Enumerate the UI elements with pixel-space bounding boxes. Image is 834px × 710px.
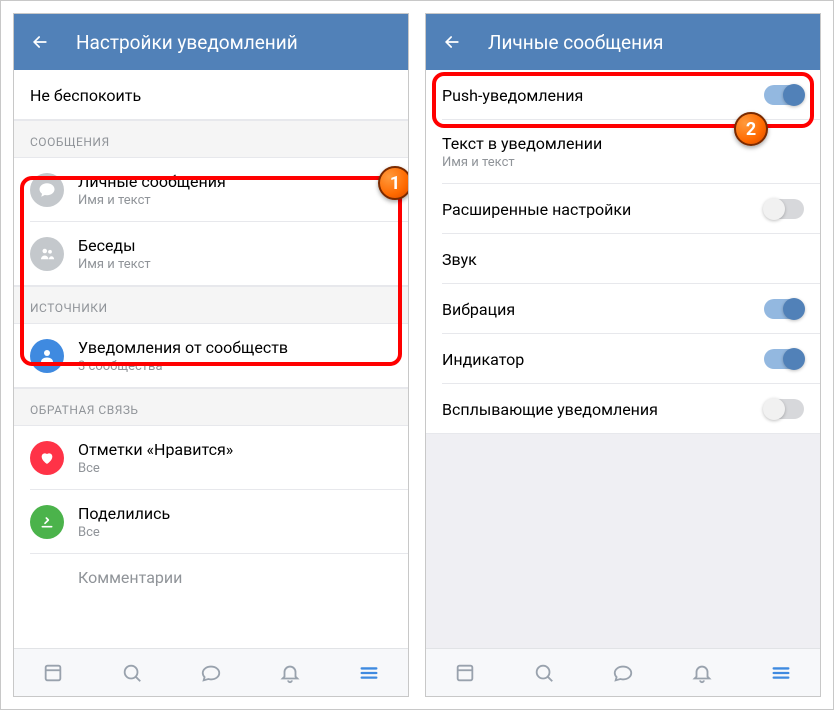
back-button[interactable] <box>440 30 464 54</box>
share-icon <box>30 505 64 539</box>
nav-search-icon[interactable] <box>532 661 556 685</box>
row-likes[interactable]: Отметки «Нравится» Все <box>14 426 408 490</box>
nav-feed-icon[interactable] <box>453 661 477 685</box>
nav-menu-icon[interactable] <box>769 661 793 685</box>
push-toggle[interactable] <box>764 85 804 105</box>
chats-title: Беседы <box>78 236 151 255</box>
shares-title: Поделились <box>78 504 170 523</box>
nav-messages-icon[interactable] <box>611 661 635 685</box>
header-left: Настройки уведомлений <box>14 14 408 70</box>
nav-menu-icon[interactable] <box>357 661 381 685</box>
push-label: Push-уведомления <box>442 86 583 105</box>
likes-sub: Все <box>78 461 233 476</box>
personal-sub: Имя и текст <box>78 193 226 208</box>
content-right: Push-уведомления Текст в уведомлении Имя… <box>426 70 820 648</box>
row-sound[interactable]: Звук <box>426 234 820 284</box>
row-popup[interactable]: Всплывающие уведомления <box>426 384 820 434</box>
community-icon <box>30 339 64 373</box>
message-icon <box>30 173 64 207</box>
phone-left: Настройки уведомлений Не беспокоить СООБ… <box>13 13 409 697</box>
nav-search-icon[interactable] <box>120 661 144 685</box>
advanced-label: Расширенные настройки <box>442 200 631 219</box>
comments-title: Комментарии <box>78 568 182 587</box>
vibration-toggle[interactable] <box>764 299 804 319</box>
heart-icon <box>30 441 64 475</box>
popup-toggle[interactable] <box>764 399 804 419</box>
back-button[interactable] <box>28 30 52 54</box>
textnotif-title: Текст в уведомлении <box>442 134 602 153</box>
indicator-label: Индикатор <box>442 350 524 369</box>
nav-feed-icon[interactable] <box>41 661 65 685</box>
phone-right: Личные сообщения Push-уведомления Текст … <box>425 13 821 697</box>
section-sources: ИСТОЧНИКИ <box>14 286 408 324</box>
personal-title: Личные сообщения <box>78 172 226 191</box>
likes-title: Отметки «Нравится» <box>78 440 233 459</box>
dnd-label: Не беспокоить <box>30 86 141 105</box>
row-communities[interactable]: Уведомления от сообществ 3 сообщества <box>14 324 408 388</box>
row-comments[interactable]: Комментарии <box>14 554 408 604</box>
row-indicator[interactable]: Индикатор <box>426 334 820 384</box>
navbar-right <box>426 648 820 696</box>
shares-sub: Все <box>78 525 170 540</box>
nav-notifications-icon[interactable] <box>690 661 714 685</box>
page-title: Личные сообщения <box>488 31 663 54</box>
badge-2: 2 <box>734 112 768 146</box>
vibration-label: Вибрация <box>442 300 515 319</box>
row-dnd[interactable]: Не беспокоить <box>14 70 408 120</box>
popup-label: Всплывающие уведомления <box>442 400 658 419</box>
textnotif-sub: Имя и текст <box>442 155 602 170</box>
badge-1: 1 <box>378 166 408 200</box>
advanced-toggle[interactable] <box>764 199 804 219</box>
page-title: Настройки уведомлений <box>76 31 298 54</box>
nav-notifications-icon[interactable] <box>278 661 302 685</box>
communities-sub: 3 сообщества <box>78 359 288 374</box>
row-push[interactable]: Push-уведомления <box>426 70 820 120</box>
empty-area <box>426 434 820 648</box>
sound-label: Звук <box>442 250 477 269</box>
group-icon <box>30 237 64 271</box>
chats-sub: Имя и текст <box>78 257 151 272</box>
communities-title: Уведомления от сообществ <box>78 338 288 357</box>
indicator-toggle[interactable] <box>764 349 804 369</box>
section-messages: СООБЩЕНИЯ <box>14 120 408 158</box>
row-personal-messages[interactable]: Личные сообщения Имя и текст <box>14 158 408 222</box>
row-chats[interactable]: Беседы Имя и текст <box>14 222 408 286</box>
navbar-left <box>14 648 408 696</box>
content-left: Не беспокоить СООБЩЕНИЯ Личные сообщения… <box>14 70 408 648</box>
row-shares[interactable]: Поделились Все <box>14 490 408 554</box>
row-vibration[interactable]: Вибрация <box>426 284 820 334</box>
header-right: Личные сообщения <box>426 14 820 70</box>
row-advanced[interactable]: Расширенные настройки <box>426 184 820 234</box>
nav-messages-icon[interactable] <box>199 661 223 685</box>
section-feedback: ОБРАТНАЯ СВЯЗЬ <box>14 388 408 426</box>
